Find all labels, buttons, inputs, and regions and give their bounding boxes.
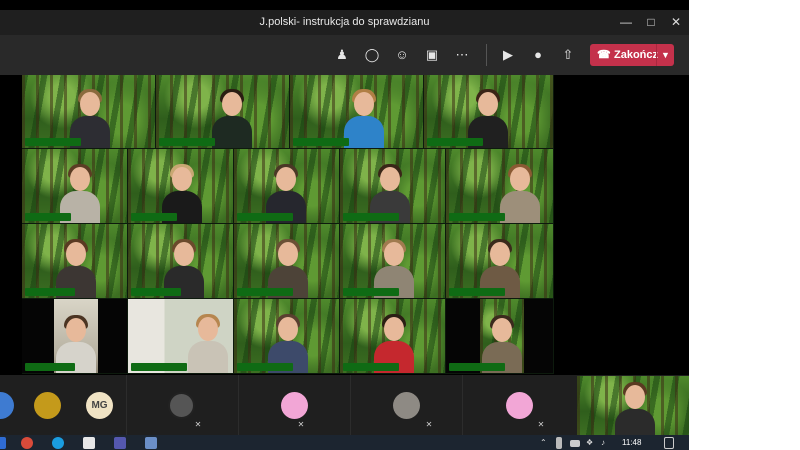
mic-off-icon: ✕ [194, 420, 202, 429]
name-tag [25, 363, 75, 371]
phone-hangup-icon: ☎ [597, 49, 611, 61]
battery-icon[interactable] [570, 440, 580, 447]
name-tag [427, 138, 483, 146]
video-tile[interactable] [234, 149, 340, 224]
avatar[interactable] [34, 392, 61, 419]
video-tile[interactable] [234, 299, 340, 374]
mic-icon[interactable]: ● [529, 46, 547, 64]
name-tag [449, 288, 505, 296]
files-icon[interactable] [83, 437, 95, 449]
video-tile[interactable] [340, 299, 446, 374]
app-icon[interactable] [145, 437, 157, 449]
name-tag [343, 288, 399, 296]
window-title: J.polski- instrukcja do sprawdzianu [259, 16, 430, 28]
toolbar-divider [486, 44, 487, 66]
teams-icon[interactable] [114, 437, 126, 449]
tray-divider [462, 375, 463, 435]
name-tag [25, 288, 75, 296]
chevron-down-icon[interactable]: ▼ [656, 44, 674, 66]
name-tag [237, 363, 293, 371]
name-tag [237, 213, 293, 221]
volume-icon[interactable]: ♪ [601, 437, 611, 449]
name-tag [159, 138, 215, 146]
skype-icon[interactable] [52, 437, 64, 449]
name-tag [131, 363, 187, 371]
video-tile[interactable] [446, 149, 554, 224]
name-tag [293, 138, 349, 146]
close-icon[interactable]: ✕ [663, 10, 689, 35]
mic-off-icon: ✕ [425, 420, 433, 429]
name-tag [449, 213, 505, 221]
camera-icon[interactable]: ▶ [499, 46, 517, 64]
name-tag [25, 138, 81, 146]
wifi-icon[interactable]: ❖ [586, 437, 596, 449]
chat-icon[interactable]: ◯ [363, 46, 381, 64]
avatar[interactable] [281, 392, 308, 419]
video-tile[interactable] [156, 75, 290, 149]
name-tag [343, 213, 399, 221]
mic-off-icon: ✕ [297, 420, 305, 429]
video-tile[interactable] [128, 149, 234, 224]
notifications-icon[interactable] [664, 437, 674, 449]
video-grid [0, 75, 689, 375]
video-tile[interactable] [22, 75, 156, 149]
title-bar: J.polski- instrukcja do sprawdzianu — □ … [0, 10, 689, 35]
video-tile[interactable] [22, 224, 128, 299]
meeting-toolbar: ♟ ◯ ☺ ▣ ⋯ ▶ ● ⇧ ☎ Zakończ ▼ [0, 35, 689, 75]
tray-divider [238, 375, 239, 435]
name-tag [131, 288, 181, 296]
name-tag [131, 213, 177, 221]
reactions-icon[interactable]: ☺ [393, 46, 411, 64]
name-tag [25, 213, 71, 221]
video-tile[interactable] [290, 75, 424, 149]
self-view-video[interactable] [577, 376, 689, 435]
video-tile[interactable] [340, 224, 446, 299]
tray-chevron-icon[interactable]: ⌃ [540, 437, 550, 449]
taskbar-clock[interactable]: 11:48 [622, 438, 641, 447]
more-icon[interactable]: ⋯ [453, 46, 471, 64]
usb-icon[interactable] [556, 437, 562, 449]
video-tile[interactable] [22, 149, 128, 224]
video-tile[interactable] [234, 224, 340, 299]
participants-icon[interactable]: ♟ [333, 46, 351, 64]
end-call-label: Zakończ [614, 49, 659, 61]
video-tile[interactable] [340, 149, 446, 224]
name-tag [237, 288, 293, 296]
end-call-button[interactable]: ☎ Zakończ ▼ [590, 44, 674, 66]
avatar[interactable] [393, 392, 420, 419]
tray-divider [126, 375, 127, 435]
windows-taskbar: ⌃ ❖ ♪ [0, 435, 689, 450]
mic-off-icon: ✕ [537, 420, 545, 429]
video-tile[interactable] [424, 75, 554, 149]
minimize-icon[interactable]: — [613, 10, 639, 35]
start-icon[interactable] [0, 437, 6, 449]
maximize-icon[interactable]: □ [638, 10, 664, 35]
video-tile[interactable] [446, 224, 554, 299]
avatar[interactable] [168, 392, 195, 419]
video-tile[interactable] [128, 224, 234, 299]
avatar[interactable]: MG [86, 392, 113, 419]
video-tile[interactable] [22, 299, 128, 374]
share-icon[interactable]: ⇧ [559, 46, 577, 64]
teams-window: J.polski- instrukcja do sprawdzianu — □ … [0, 0, 689, 450]
name-tag [449, 363, 505, 371]
video-tile[interactable] [446, 299, 554, 374]
avatar[interactable] [0, 392, 14, 419]
name-tag [343, 363, 399, 371]
tray-divider [350, 375, 351, 435]
avatar[interactable] [506, 392, 533, 419]
video-tile[interactable] [128, 299, 234, 374]
rooms-icon[interactable]: ▣ [423, 46, 441, 64]
chrome-icon[interactable] [21, 437, 33, 449]
